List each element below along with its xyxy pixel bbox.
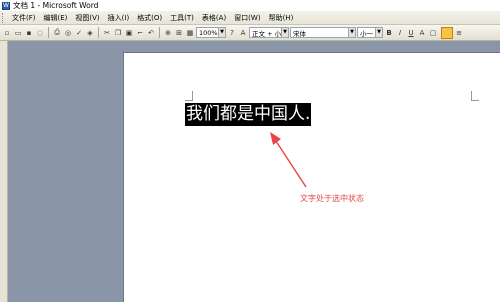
font-value: 宋体 <box>293 29 306 38</box>
hyperlink-icon[interactable]: ⊕ <box>163 27 173 38</box>
spelling-icon[interactable]: ✓ <box>74 27 84 38</box>
open-folder-icon[interactable]: ▭ <box>13 27 23 38</box>
research-icon[interactable]: ◈ <box>85 27 95 38</box>
underline-button[interactable]: U <box>406 27 416 38</box>
menu-edit[interactable]: 编辑(E) <box>40 13 72 23</box>
vertical-ruler <box>0 41 8 302</box>
tables-icon[interactable]: ⊞ <box>174 27 184 38</box>
style-select[interactable]: 正文 + 小一 ▼ <box>249 27 289 38</box>
menu-bar: 文件(F) 编辑(E) 视图(V) 插入(I) 格式(O) 工具(T) 表格(A… <box>0 11 500 25</box>
zoom-select[interactable]: 100% ▼ <box>196 27 226 38</box>
zoom-value: 100% <box>199 28 218 37</box>
menu-help[interactable]: 帮助(H) <box>265 13 298 23</box>
document-page[interactable]: 我们都是中国人. 文字处于选中状态 <box>123 52 500 302</box>
copy-icon[interactable]: ❐ <box>113 27 123 38</box>
menu-table[interactable]: 表格(A) <box>198 13 230 23</box>
chevron-down-icon[interactable]: ▼ <box>375 28 382 37</box>
selected-text[interactable]: 我们都是中国人. <box>185 103 312 126</box>
menu-view[interactable]: 视图(V) <box>71 13 103 23</box>
menubar-grip-icon[interactable] <box>2 12 5 23</box>
print-preview-icon[interactable]: ◎ <box>63 27 73 38</box>
chevron-down-icon[interactable]: ▼ <box>281 28 288 37</box>
menu-tools[interactable]: 工具(T) <box>166 13 198 23</box>
print-icon[interactable]: ⎙ <box>52 27 62 38</box>
bold-button[interactable]: B <box>384 27 394 38</box>
document-background <box>8 41 123 302</box>
new-document-icon[interactable]: ▫ <box>2 27 12 38</box>
margin-corner-mark <box>471 91 479 101</box>
font-color-button[interactable]: A <box>417 27 427 38</box>
toolbar-divider <box>98 27 99 38</box>
title-bar: W 文档 1 - Microsoft Word <box>0 0 500 11</box>
toolbar-divider <box>159 27 160 38</box>
annotation-label: 文字处于选中状态 <box>300 194 364 203</box>
insert-table-icon[interactable]: ▦ <box>185 27 195 38</box>
cut-icon[interactable]: ✂ <box>102 27 112 38</box>
font-size-value: 小一 <box>360 29 373 38</box>
word-app-icon[interactable]: W <box>2 1 10 10</box>
highlight-icon[interactable] <box>441 26 453 39</box>
save-icon[interactable]: ▪ <box>24 27 34 38</box>
styles-pane-icon[interactable]: A <box>238 27 248 38</box>
toolbar-divider <box>48 27 49 38</box>
margin-corner-mark <box>185 91 193 101</box>
chevron-down-icon[interactable]: ▼ <box>218 28 225 37</box>
permission-icon[interactable]: ◌ <box>35 27 45 38</box>
window-title: 文档 1 - Microsoft Word <box>13 1 99 10</box>
format-painter-icon[interactable]: ⌐ <box>135 27 145 38</box>
font-select[interactable]: 宋体 ▼ <box>290 27 356 38</box>
annotation-arrow <box>270 132 307 188</box>
align-icon[interactable]: ≡ <box>454 27 464 38</box>
menu-file[interactable]: 文件(F) <box>8 13 40 23</box>
paste-icon[interactable]: ▣ <box>124 27 134 38</box>
char-border-icon[interactable]: ▢ <box>428 27 438 38</box>
undo-icon[interactable]: ↶ <box>146 27 156 38</box>
help-icon[interactable]: ? <box>227 27 237 38</box>
font-size-select[interactable]: 小一 ▼ <box>357 27 383 38</box>
chevron-down-icon[interactable]: ▼ <box>348 28 355 37</box>
menu-window[interactable]: 窗口(W) <box>230 13 264 23</box>
menu-format[interactable]: 格式(O) <box>133 13 166 23</box>
italic-button[interactable]: I <box>395 27 405 38</box>
menu-insert[interactable]: 插入(I) <box>104 13 134 23</box>
formatting-toolbar: ▫ ▭ ▪ ◌ ⎙ ◎ ✓ ◈ ✂ ❐ ▣ ⌐ ↶ ⊕ ⊞ ▦ 100% ▼ ?… <box>0 25 500 41</box>
